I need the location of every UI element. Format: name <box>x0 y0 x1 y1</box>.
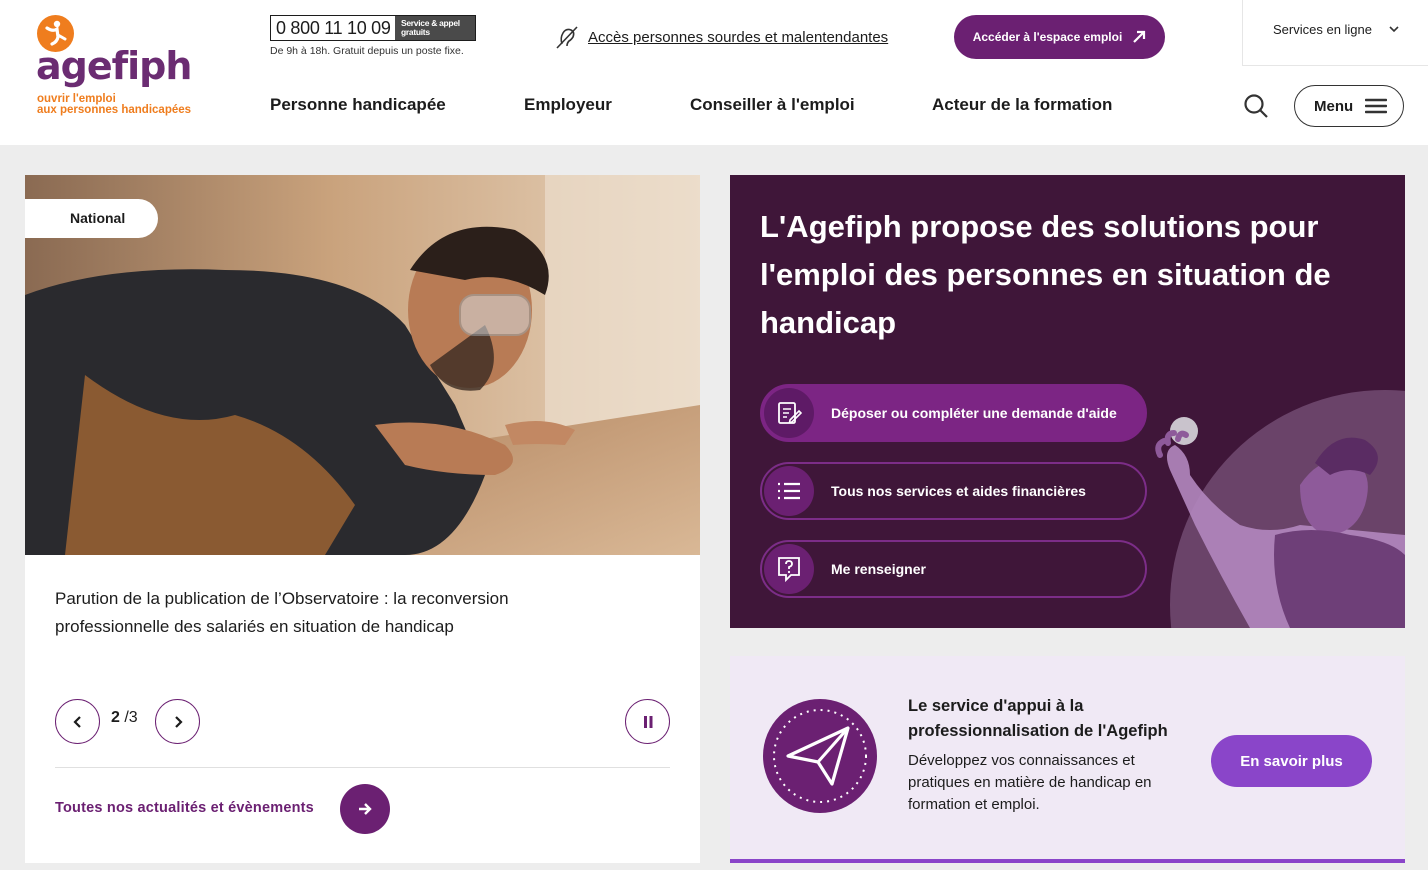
search-button[interactable] <box>1242 92 1270 125</box>
chevron-right-icon <box>174 715 183 728</box>
nav-personne-handicapee[interactable]: Personne handicapée <box>270 95 446 115</box>
me-renseigner-label: Me renseigner <box>831 561 926 577</box>
all-news-link[interactable]: Toutes nos actualités et évènements <box>55 800 314 816</box>
pro-card-underline <box>730 859 1405 863</box>
news-headline[interactable]: Parution de la publication de l’Observat… <box>55 585 615 641</box>
pause-icon <box>643 715 652 728</box>
agefiph-logo[interactable]: agefiph ouvrir l'emploi aux personnes ha… <box>36 14 206 124</box>
nav-conseiller-emploi[interactable]: Conseiller à l'emploi <box>690 95 855 115</box>
paper-plane-icon <box>763 699 877 813</box>
chevron-left-icon <box>72 715 81 728</box>
hamburger-icon <box>1365 98 1388 114</box>
services-aides-button[interactable]: Tous nos services et aides financières <box>760 462 1147 520</box>
question-bubble-icon <box>778 557 800 583</box>
phone-hours: De 9h à 18h. Gratuit depuis un poste fix… <box>270 45 464 57</box>
chevron-down-icon <box>1389 26 1399 33</box>
services-en-ligne-dropdown[interactable]: Services en ligne <box>1242 0 1428 66</box>
me-renseigner-button[interactable]: Me renseigner <box>760 540 1147 598</box>
news-photo[interactable]: National <box>25 175 700 555</box>
hero-panel: L'Agefiph propose des solutions pour l'e… <box>730 175 1405 628</box>
logo-tagline: ouvrir l'emploi aux personnes handicapée… <box>37 93 192 116</box>
carousel-prev-button[interactable] <box>55 699 100 744</box>
carousel-next-button[interactable] <box>155 699 200 744</box>
espace-emploi-button[interactable]: Accéder à l'espace emploi <box>954 15 1165 59</box>
phone-number: 0 800 11 10 09 <box>276 17 391 38</box>
en-savoir-plus-button[interactable]: En savoir plus <box>1211 735 1372 787</box>
nav-employeur[interactable]: Employeur <box>524 95 612 115</box>
pro-description: Développez vos connaissances et pratique… <box>908 752 1152 813</box>
phone-free-tag: Service & appel gratuits <box>395 16 475 40</box>
site-header: agefiph ouvrir l'emploi aux personnes ha… <box>0 0 1428 145</box>
accessibility-link[interactable]: Accès personnes sourdes et malentendante… <box>554 24 888 50</box>
pager-current: 2 <box>111 709 120 726</box>
logo-wordmark: agefiph <box>36 44 192 88</box>
form-edit-icon <box>778 402 802 424</box>
demande-aide-button[interactable]: Déposer ou compléter une demande d'aide <box>760 384 1147 442</box>
person-illustration <box>1155 390 1405 628</box>
hero-title: L'Agefiph propose des solutions pour l'e… <box>760 209 1331 340</box>
nav-acteur-formation[interactable]: Acteur de la formation <box>932 95 1112 115</box>
pro-title: Le service d'appui à la professionnalisa… <box>908 697 1168 740</box>
carousel-pause-button[interactable] <box>625 699 670 744</box>
accessibility-label: Accès personnes sourdes et malentendante… <box>588 28 889 46</box>
professionnalisation-card: Le service d'appui à la professionnalisa… <box>730 656 1405 863</box>
services-aides-label: Tous nos services et aides financières <box>831 483 1086 499</box>
deaf-ear-icon <box>556 26 578 49</box>
news-badge-national: National <box>25 199 158 238</box>
phone-number-box[interactable]: 0 800 11 10 09 Service & appel gratuits <box>270 15 476 41</box>
demande-aide-label: Déposer ou compléter une demande d'aide <box>831 405 1117 421</box>
search-icon <box>1244 94 1268 118</box>
arrow-right-icon <box>359 803 372 815</box>
divider <box>55 767 670 768</box>
news-carousel: National Parution de la publication de l… <box>25 175 700 863</box>
carousel-pager: 2 /3 <box>111 709 138 727</box>
all-news-arrow-button[interactable] <box>340 784 390 834</box>
arrow-up-right-icon <box>1133 30 1146 43</box>
pager-total: /3 <box>124 709 138 726</box>
menu-button[interactable]: Menu <box>1294 85 1404 127</box>
list-icon <box>778 482 800 500</box>
